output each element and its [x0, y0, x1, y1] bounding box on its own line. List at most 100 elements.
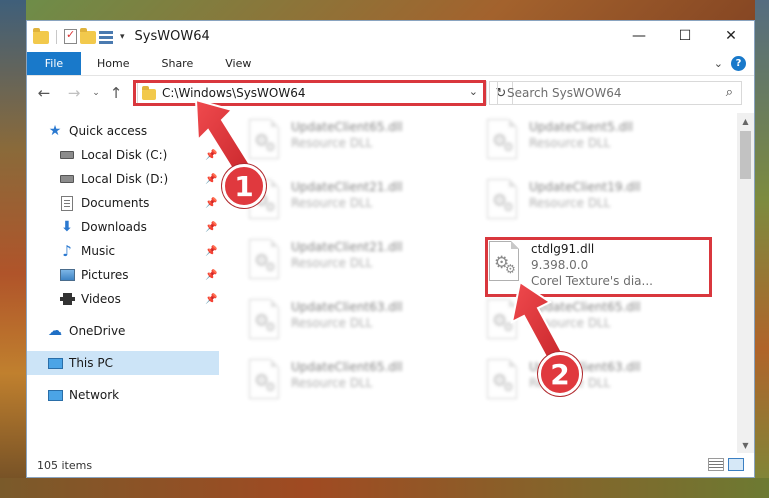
maximize-button[interactable]: ☐ — [662, 21, 708, 51]
file-item[interactable]: ⚙⚙ UpdateClient63.dllResource DLL — [235, 297, 465, 347]
step-2-badge: 2 — [538, 352, 582, 396]
file-item[interactable]: ⚙ ⚙ UpdateClient65.dll Resource DLL — [235, 117, 465, 167]
item-count: 105 items — [37, 458, 93, 472]
sidebar-item-label: Videos — [81, 292, 121, 306]
quick-access-toolbar: ▾ — [27, 28, 125, 44]
customize-view-icon[interactable] — [99, 30, 115, 44]
file-item[interactable]: ⚙ ⚙ UpdateClient65.dll Resource DLL — [235, 357, 465, 407]
pin-icon: 📌 — [205, 173, 218, 185]
file-description: Resource DLL — [529, 316, 611, 330]
ribbon-right: ⌄ ? — [714, 52, 754, 75]
dll-file-icon: ⚙ ⚙ — [483, 119, 521, 163]
back-arrow-icon[interactable]: ← — [33, 84, 55, 102]
dll-file-icon: ⚙ ⚙ — [245, 299, 283, 343]
dll-file-icon: ⚙ ⚙ — [245, 239, 283, 283]
details-view-icon[interactable] — [708, 458, 724, 471]
folder-icon — [33, 28, 49, 44]
file-description: Resource DLL — [529, 196, 611, 210]
sidebar-item-label: Network — [69, 388, 120, 402]
dll-file-icon: ⚙ ⚙ — [483, 179, 521, 223]
file-item[interactable]: ⚙ ⚙ UpdateClient5.dll Resource DLL — [473, 117, 703, 167]
navigation-bar: ← → ⌄ ↑ C:\Windows\SysWOW64 ⌄ ↻ Search S… — [27, 77, 754, 109]
tab-file[interactable]: File — [27, 52, 81, 75]
sidebar-item-local-disk-c[interactable]: Local Disk (C:) 📌 — [27, 143, 219, 167]
up-arrow-icon[interactable]: ↑ — [105, 84, 127, 102]
properties-icon[interactable] — [64, 28, 77, 44]
music-icon: ♪ — [62, 242, 72, 260]
sidebar-item-videos[interactable]: Videos 📌 — [27, 287, 219, 311]
pin-icon: 📌 — [205, 245, 218, 257]
documents-icon — [59, 195, 75, 211]
file-highlight-box — [485, 237, 712, 297]
sidebar-item-music[interactable]: ♪ Music 📌 — [27, 239, 219, 263]
dll-file-icon: ⚙ ⚙ — [245, 119, 283, 163]
file-name: UpdateClient19.dll — [529, 180, 641, 194]
file-name: UpdateClient5.dll — [529, 120, 633, 134]
pictures-icon — [59, 267, 75, 283]
dll-file-icon: ⚙ ⚙ — [245, 359, 283, 403]
file-item[interactable]: ⚙ ⚙ UpdateClient21.dll Resource DLL — [235, 177, 465, 227]
sidebar-item-label: Documents — [81, 196, 150, 210]
vertical-scrollbar[interactable]: ▲ ▼ — [737, 113, 754, 453]
sidebar-item-documents[interactable]: Documents 📌 — [27, 191, 219, 215]
toolbar-dropdown-icon[interactable]: ▾ — [120, 32, 125, 42]
computer-icon — [47, 355, 63, 371]
desktop-background-bottom — [0, 478, 769, 498]
sidebar-item-label: Pictures — [81, 268, 129, 282]
tab-view[interactable]: View — [209, 52, 267, 75]
file-name: UpdateClient65.dll — [291, 120, 403, 134]
file-item[interactable]: ⚙⚙ UpdateClient63.dllResource DLL — [473, 357, 703, 407]
sidebar-item-label: Local Disk (C:) — [81, 148, 168, 162]
scrollbar-thumb[interactable] — [740, 131, 751, 179]
cloud-icon: ☁ — [48, 323, 62, 339]
close-button[interactable]: ✕ — [708, 21, 754, 51]
dll-file-icon: ⚙ ⚙ — [483, 299, 521, 343]
drive-icon — [59, 147, 75, 163]
tab-share[interactable]: Share — [145, 52, 209, 75]
sidebar-item-local-disk-d[interactable]: Local Disk (D:) 📌 — [27, 167, 219, 191]
sidebar-item-pictures[interactable]: Pictures 📌 — [27, 263, 219, 287]
help-icon[interactable]: ? — [731, 56, 746, 71]
file-item[interactable]: ⚙ ⚙ UpdateClient65.dll Resource DLL — [473, 297, 703, 347]
sidebar-item-downloads[interactable]: ⬇ Downloads 📌 — [27, 215, 219, 239]
title-bar: ▾ SysWOW64 — ☐ ✕ — [27, 21, 754, 52]
expand-ribbon-chevron-icon[interactable]: ⌄ — [714, 57, 723, 70]
window-title: SysWOW64 — [134, 29, 210, 44]
new-folder-icon[interactable] — [80, 28, 96, 44]
file-description: Resource DLL — [291, 376, 373, 390]
file-name: UpdateClient21.dll — [291, 180, 403, 194]
file-item[interactable]: ⚙ ⚙ UpdateClient21.dll Resource DLL — [235, 237, 465, 287]
file-description: Resource DLL — [291, 136, 373, 150]
sidebar-item-label: Music — [81, 244, 116, 258]
search-box[interactable]: Search SysWOW64 ⌕ — [497, 81, 742, 105]
address-bar-highlight — [133, 80, 486, 106]
pin-icon: 📌 — [205, 293, 218, 305]
pin-icon: 📌 — [205, 269, 218, 281]
large-icons-view-icon[interactable] — [728, 458, 744, 471]
tab-home[interactable]: Home — [81, 52, 145, 75]
sidebar-item-label: This PC — [69, 356, 113, 370]
file-name: UpdateClient65.dll — [291, 360, 403, 374]
sidebar-item-label: OneDrive — [69, 324, 126, 338]
file-name: UpdateClient21.dll — [291, 240, 403, 254]
recent-locations-chevron-icon[interactable]: ⌄ — [89, 88, 103, 98]
sidebar-item-quick-access[interactable]: ★ Quick access — [27, 119, 219, 143]
sidebar-item-this-pc[interactable]: This PC — [27, 351, 219, 375]
sidebar-item-label: Downloads — [81, 220, 147, 234]
sidebar-item-label: Local Disk (D:) — [81, 172, 169, 186]
forward-arrow-icon[interactable]: → — [63, 84, 85, 102]
sidebar-item-onedrive[interactable]: ☁ OneDrive — [27, 319, 219, 343]
file-name: UpdateClient65.dll — [529, 300, 641, 314]
status-bar: 105 items — [27, 453, 754, 477]
minimize-button[interactable]: — — [616, 21, 662, 51]
toolbar-separator — [56, 29, 57, 44]
ribbon-tabs: File Home Share View ⌄ ? — [27, 52, 754, 76]
file-item[interactable]: ⚙ ⚙ UpdateClient19.dll Resource DLL — [473, 177, 703, 227]
sidebar-item-network[interactable]: Network — [27, 383, 219, 407]
search-input[interactable]: Search SysWOW64 — [507, 86, 621, 100]
scroll-up-icon[interactable]: ▲ — [737, 113, 754, 129]
scroll-down-icon[interactable]: ▼ — [737, 437, 754, 453]
search-icon[interactable]: ⌕ — [726, 85, 733, 100]
dll-file-icon: ⚙ ⚙ — [483, 359, 521, 403]
pin-icon: 📌 — [205, 197, 218, 209]
